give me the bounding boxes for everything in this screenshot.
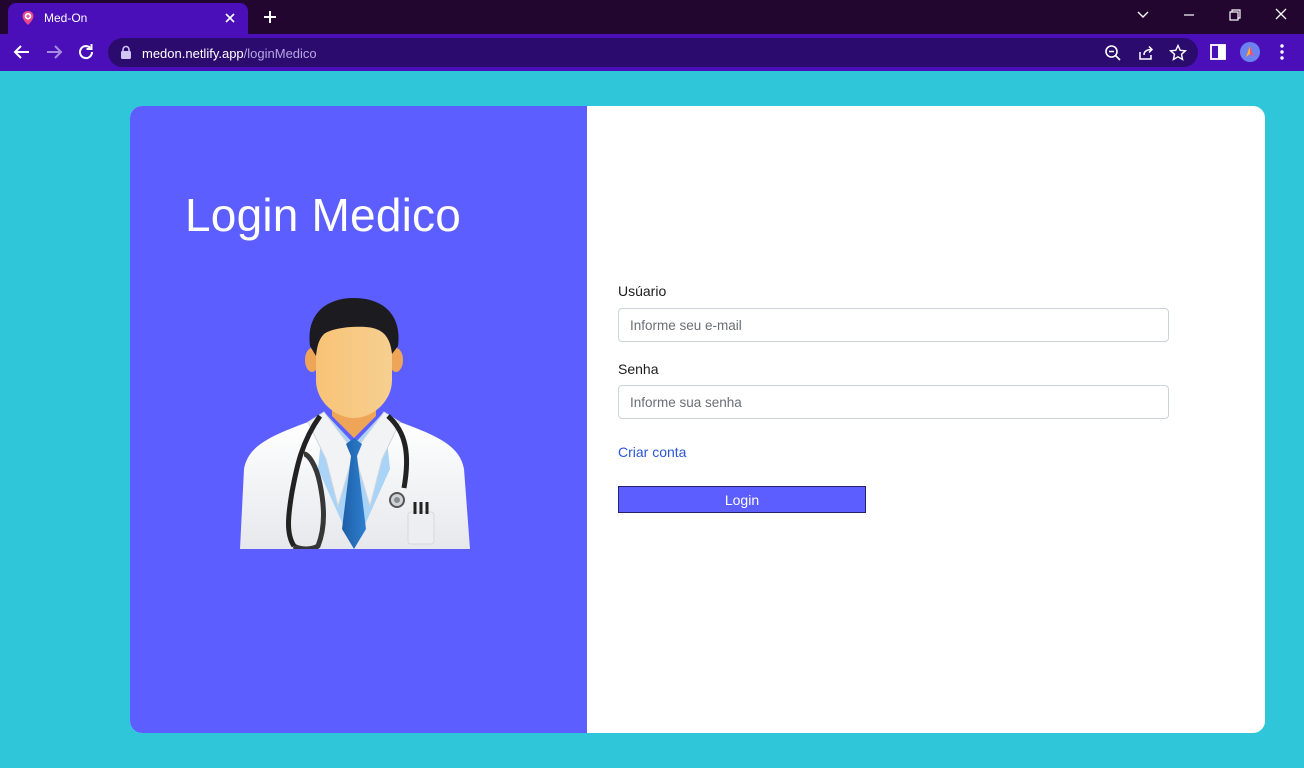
close-window-icon[interactable] [1268, 4, 1294, 26]
password-label: Senha [618, 361, 659, 377]
side-panel-icon[interactable] [1207, 41, 1229, 63]
reload-icon[interactable] [74, 40, 98, 64]
restore-window-icon[interactable] [1222, 4, 1248, 26]
page-title: Login Medico [185, 189, 462, 241]
login-button[interactable]: Login [618, 486, 866, 513]
tab-title: Med-On [44, 11, 88, 25]
username-label: Usúario [618, 283, 667, 299]
zoom-out-icon[interactable] [1103, 43, 1123, 63]
minimize-icon[interactable] [1176, 4, 1202, 26]
lock-icon[interactable] [119, 45, 133, 60]
url-text[interactable]: medon.netlify.app/loginMedico [142, 46, 317, 61]
forward-arrow-icon[interactable] [42, 40, 66, 64]
browser-toolbar: medon.netlify.app/loginMedico [0, 34, 1304, 71]
chrome-menu-icon[interactable] [1271, 41, 1293, 63]
login-card: Login Medico Usúario Informe seu e-mail … [130, 106, 1265, 733]
close-tab-icon[interactable] [220, 8, 240, 28]
password-field[interactable] [618, 385, 1169, 419]
bookmark-star-icon[interactable] [1168, 43, 1188, 63]
new-tab-plus-icon[interactable] [258, 5, 282, 29]
medon-favicon-icon [22, 11, 34, 25]
url-domain: medon.netlify.app [142, 46, 244, 61]
email-field[interactable] [618, 308, 1169, 342]
login-hero-panel: Login Medico [130, 106, 587, 733]
address-bar[interactable]: medon.netlify.app/loginMedico [108, 38, 1198, 67]
url-path: /loginMedico [243, 46, 317, 61]
browser-tab-strip: Med-On [0, 0, 1304, 34]
back-arrow-icon[interactable] [10, 40, 34, 64]
browser-tab-active[interactable]: Med-On [8, 3, 248, 34]
profile-avatar-icon[interactable] [1239, 41, 1261, 63]
doctor-avatar-icon [240, 298, 470, 549]
tab-search-chevron-icon[interactable] [1130, 4, 1156, 26]
login-form: Usúario Senha Criar conta Login [618, 106, 1178, 733]
share-icon[interactable] [1136, 43, 1156, 63]
create-account-link[interactable]: Criar conta [618, 444, 686, 460]
